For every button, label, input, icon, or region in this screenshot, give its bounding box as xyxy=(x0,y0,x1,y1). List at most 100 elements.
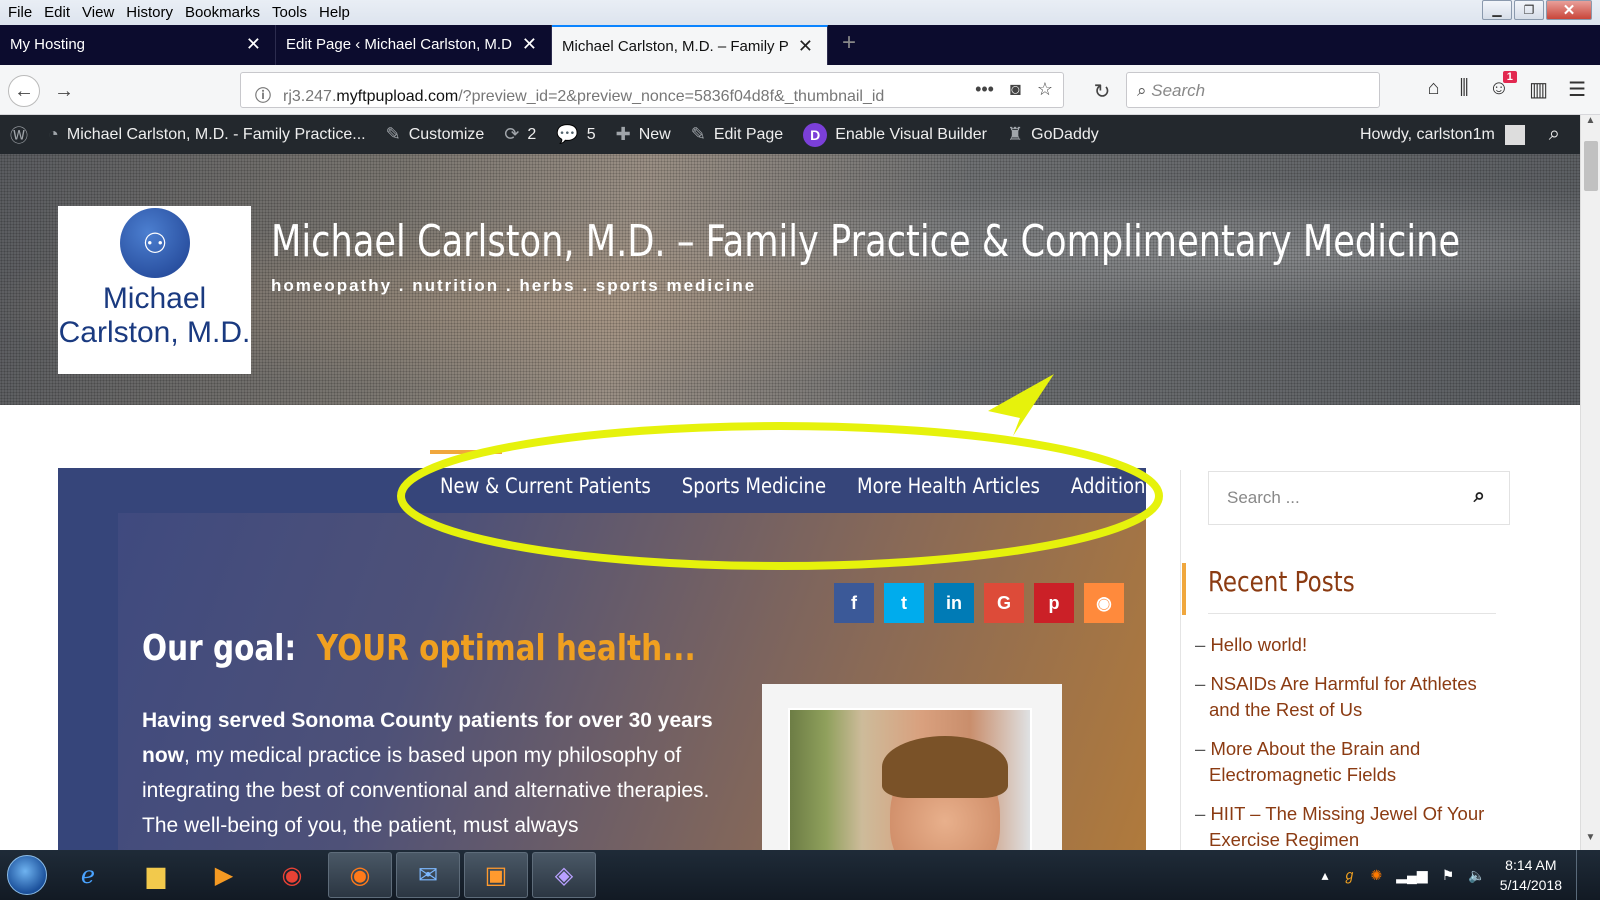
nav-more-health-articles[interactable]: More Health Articles xyxy=(857,474,1040,510)
wp-updates-link[interactable]: ⟳ 2 xyxy=(494,124,546,145)
sidebar-search-input[interactable]: Search ... ⌕ xyxy=(1208,471,1510,525)
avatar[interactable] xyxy=(1504,124,1525,145)
menu-history[interactable]: History xyxy=(120,4,179,21)
dashboard-icon: ◔ xyxy=(48,124,59,144)
wp-customize-link[interactable]: ✎ Customize xyxy=(376,124,495,145)
linkedin-icon[interactable]: in xyxy=(934,583,974,623)
search-icon[interactable]: ⌕ xyxy=(1474,485,1485,508)
close-tab-icon[interactable]: ✕ xyxy=(798,36,813,57)
recent-posts-list: Hello world! NSAIDs Are Harmful for Athl… xyxy=(1195,632,1495,866)
media-player-icon[interactable]: ▶ xyxy=(192,852,256,898)
nav-additional-resources[interactable]: Additional Re xyxy=(1071,474,1190,510)
minimize-button[interactable]: ▁ xyxy=(1482,0,1512,20)
wp-edit-page-link[interactable]: ✎ Edit Page xyxy=(681,124,793,145)
ie-icon[interactable]: ℯ xyxy=(56,852,120,898)
search-placeholder: Search xyxy=(1151,81,1206,100)
chrome-icon[interactable]: ◉ xyxy=(260,852,324,898)
wp-howdy-link[interactable]: Howdy, carlston1m xyxy=(1360,126,1495,144)
reload-button[interactable]: ↻ xyxy=(1086,75,1118,107)
scroll-thumb[interactable] xyxy=(1584,141,1598,191)
bookmark-star-icon[interactable]: ☆ xyxy=(1037,79,1053,100)
new-tab-button[interactable]: + xyxy=(828,25,870,65)
close-tab-icon[interactable]: ✕ xyxy=(246,34,261,55)
sidebar-toggle-icon[interactable]: ▥ xyxy=(1529,77,1548,102)
graduation-app-icon[interactable]: ◈ xyxy=(532,852,596,898)
file-explorer-icon[interactable]: ▆ xyxy=(124,852,188,898)
presentation-app-icon[interactable]: ▣ xyxy=(464,852,528,898)
wp-new-link[interactable]: ✚ New xyxy=(606,124,681,145)
page-scrollbar[interactable]: ▲ ▼ xyxy=(1580,115,1600,850)
tab-edit-page[interactable]: Edit Page ‹ Michael Carlston, M.D. - ✕ xyxy=(276,25,552,65)
action-center-flag-icon[interactable]: ⚑ xyxy=(1442,867,1455,884)
recent-post-link[interactable]: Hello world! xyxy=(1195,632,1495,658)
google-plus-icon[interactable]: G xyxy=(984,583,1024,623)
window-controls: ▁ ❐ ✕ xyxy=(1482,0,1592,24)
forward-arrow-icon: → xyxy=(54,79,74,102)
network-icon[interactable]: ▂▄▆ xyxy=(1396,867,1427,884)
system-tray: ▴ ℊ ✺ ▂▄▆ ⚑ 🔈 8:14 AM 5/14/2018 xyxy=(1321,850,1600,900)
notification-badge: 1 xyxy=(1502,71,1517,83)
wp-logo-button[interactable]: Ⓦ xyxy=(0,122,38,148)
tab-label: Edit Page ‹ Michael Carlston, M.D. - xyxy=(286,36,512,53)
pinterest-icon[interactable]: p xyxy=(1034,583,1074,623)
wp-admin-bar: Ⓦ ◔ Michael Carlston, M.D. - Family Pract… xyxy=(0,115,1580,154)
menu-help[interactable]: Help xyxy=(313,4,356,21)
scroll-up-icon[interactable]: ▲ xyxy=(1581,115,1600,133)
recent-post-link[interactable]: HIIT – The Missing Jewel Of Your Exercis… xyxy=(1195,801,1495,853)
updates-icon: ⟳ xyxy=(504,124,520,144)
logo-text-last: Carlston, M.D. xyxy=(58,316,251,349)
tray-app-icon[interactable]: ℊ xyxy=(1343,865,1357,885)
library-icon[interactable]: ⫼ xyxy=(1460,77,1469,102)
hamburger-menu-icon[interactable]: ☰ xyxy=(1568,77,1586,102)
menu-file[interactable]: File xyxy=(0,4,38,21)
recent-posts-accent xyxy=(1182,563,1186,615)
show-desktop-button[interactable] xyxy=(1576,850,1590,900)
nav-sports-medicine[interactable]: Sports Medicine xyxy=(682,474,826,510)
doctor-photo xyxy=(788,708,1032,850)
close-window-button[interactable]: ✕ xyxy=(1546,0,1592,20)
recent-post-link[interactable]: More About the Brain and Electromagnetic… xyxy=(1195,736,1495,788)
twitter-icon[interactable]: t xyxy=(884,583,924,623)
main-content: f t in G p ◉ Our goal: YOUR optimal heal… xyxy=(58,468,1146,850)
tab-site-preview[interactable]: Michael Carlston, M.D. – Family Prac ✕ xyxy=(552,25,828,65)
wp-search-icon[interactable]: ⌕ xyxy=(1549,123,1560,146)
close-tab-icon[interactable]: ✕ xyxy=(522,34,537,55)
menu-tools[interactable]: Tools xyxy=(266,4,313,21)
clock[interactable]: 8:14 AM 5/14/2018 xyxy=(1500,855,1562,895)
menu-edit[interactable]: Edit xyxy=(38,4,76,21)
notification-icon[interactable]: ☺ 1 xyxy=(1489,71,1517,102)
scroll-down-icon[interactable]: ▼ xyxy=(1581,832,1600,850)
pocket-icon[interactable]: ◙ xyxy=(1010,79,1021,100)
wp-godaddy-link[interactable]: ♜ GoDaddy xyxy=(997,124,1109,145)
forward-button[interactable]: → xyxy=(48,75,80,107)
tray-avast-icon[interactable]: ✺ xyxy=(1371,867,1383,884)
tab-my-hosting[interactable]: My Hosting ✕ xyxy=(0,25,276,65)
recent-post-link[interactable]: NSAIDs Are Harmful for Athletes and the … xyxy=(1195,671,1495,723)
wp-site-link[interactable]: ◔ Michael Carlston, M.D. - Family Practic… xyxy=(38,124,376,145)
home-icon[interactable]: ⌂ xyxy=(1427,77,1439,102)
maximize-button[interactable]: ❐ xyxy=(1514,0,1544,20)
volume-icon[interactable]: 🔈 xyxy=(1468,867,1485,884)
search-bar[interactable]: ⌕ Search xyxy=(1126,72,1380,108)
menu-bookmarks[interactable]: Bookmarks xyxy=(179,4,266,21)
firefox-icon[interactable]: ◉ xyxy=(328,852,392,898)
rss-icon[interactable]: ◉ xyxy=(1084,583,1124,623)
menu-view[interactable]: View xyxy=(76,4,120,21)
url-bar[interactable]: ⓘ rj3.247.myftpupload.com/?preview_id=2&p… xyxy=(240,72,1064,108)
site-logo[interactable]: ⚇ Michael Carlston, M.D. xyxy=(58,206,251,374)
nav-new-current-patients[interactable]: New & Current Patients xyxy=(440,474,651,510)
back-button[interactable]: ← xyxy=(8,75,40,107)
facebook-icon[interactable]: f xyxy=(834,583,874,623)
pencil-icon: ✎ xyxy=(690,124,706,144)
page-actions-icon[interactable]: ••• xyxy=(975,79,994,100)
info-icon[interactable]: ⓘ xyxy=(255,88,271,105)
wp-visual-builder-link[interactable]: D Enable Visual Builder xyxy=(793,122,997,147)
site-title[interactable]: Michael Carlston, M.D. – Family Practice… xyxy=(271,216,1460,267)
tray-expand-icon[interactable]: ▴ xyxy=(1321,867,1328,884)
start-button[interactable] xyxy=(0,850,54,900)
doctor-face-image xyxy=(882,736,1008,850)
thunderbird-icon[interactable]: ✉ xyxy=(396,852,460,898)
url-actions: ••• ◙ ☆ xyxy=(967,79,1053,100)
wp-updates-count: 2 xyxy=(527,125,537,143)
wp-comments-link[interactable]: 💬 5 xyxy=(546,124,605,145)
